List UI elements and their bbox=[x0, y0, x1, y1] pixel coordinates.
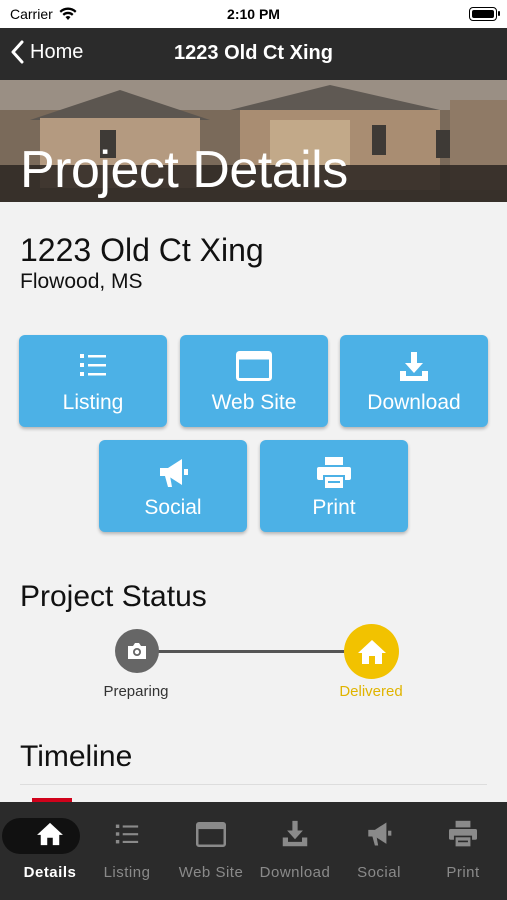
tab-details[interactable]: Details bbox=[2, 816, 92, 886]
hero-title: Project Details bbox=[20, 141, 348, 199]
print-button[interactable]: Print bbox=[260, 440, 408, 532]
website-button-label: Web Site bbox=[211, 391, 297, 414]
listing-button[interactable]: Listing bbox=[19, 335, 167, 427]
tab-print-label: Print bbox=[446, 864, 480, 881]
clock: 2:10 PM bbox=[227, 6, 280, 22]
list-icon bbox=[115, 824, 139, 844]
status-label-delivered: Delivered bbox=[339, 683, 403, 700]
status-step-preparing bbox=[115, 629, 159, 673]
megaphone-icon bbox=[368, 822, 392, 846]
listing-button-label: Listing bbox=[62, 391, 124, 414]
download-button-label: Download bbox=[367, 391, 461, 414]
project-address: 1223 Old Ct Xing bbox=[20, 232, 264, 268]
status-label-preparing: Preparing bbox=[103, 683, 169, 700]
timeline-divider bbox=[20, 784, 487, 785]
nav-title: 1223 Old Ct Xing bbox=[174, 42, 333, 64]
download-button[interactable]: Download bbox=[340, 335, 488, 427]
tab-download[interactable]: Download bbox=[253, 816, 337, 886]
tab-details-label: Details bbox=[23, 864, 77, 881]
browser-window-icon bbox=[236, 351, 272, 381]
tab-website-label: Web Site bbox=[178, 864, 244, 881]
camera-icon bbox=[128, 643, 146, 659]
timeline-title: Timeline bbox=[20, 740, 133, 773]
project-status-title: Project Status bbox=[20, 580, 207, 613]
tab-print[interactable]: Print bbox=[421, 816, 505, 886]
battery-icon bbox=[469, 7, 500, 21]
status-bar: Carrier 2:10 PM bbox=[0, 0, 507, 28]
tab-listing-label: Listing bbox=[103, 864, 151, 881]
printer-icon bbox=[449, 820, 477, 848]
tab-website[interactable]: Web Site bbox=[169, 816, 253, 886]
navigation-bar: Home 1223 Old Ct Xing bbox=[0, 28, 507, 80]
social-button-label: Social bbox=[144, 496, 202, 519]
project-details-content: 1223 Old Ct Xing Flowood, MS Listing Web… bbox=[0, 202, 507, 802]
download-icon bbox=[400, 352, 428, 381]
status-step-delivered bbox=[344, 624, 399, 679]
home-icon bbox=[37, 822, 63, 846]
list-icon bbox=[80, 354, 106, 376]
browser-window-icon bbox=[196, 821, 226, 847]
tab-social-label: Social bbox=[357, 864, 401, 881]
tab-download-label: Download bbox=[259, 864, 331, 881]
tab-social[interactable]: Social bbox=[337, 816, 421, 886]
download-icon bbox=[282, 820, 308, 847]
tab-listing[interactable]: Listing bbox=[85, 816, 169, 886]
printer-icon bbox=[317, 457, 351, 490]
hero-banner: Project Details bbox=[0, 80, 507, 202]
home-icon bbox=[357, 639, 386, 664]
social-button[interactable]: Social bbox=[99, 440, 247, 532]
print-button-label: Print bbox=[312, 496, 356, 519]
megaphone-icon bbox=[160, 459, 188, 487]
website-button[interactable]: Web Site bbox=[180, 335, 328, 427]
status-progress-track bbox=[136, 650, 372, 653]
project-city: Flowood, MS bbox=[20, 270, 143, 293]
tab-bar: Details Listing Web Site Download Social… bbox=[0, 802, 507, 900]
